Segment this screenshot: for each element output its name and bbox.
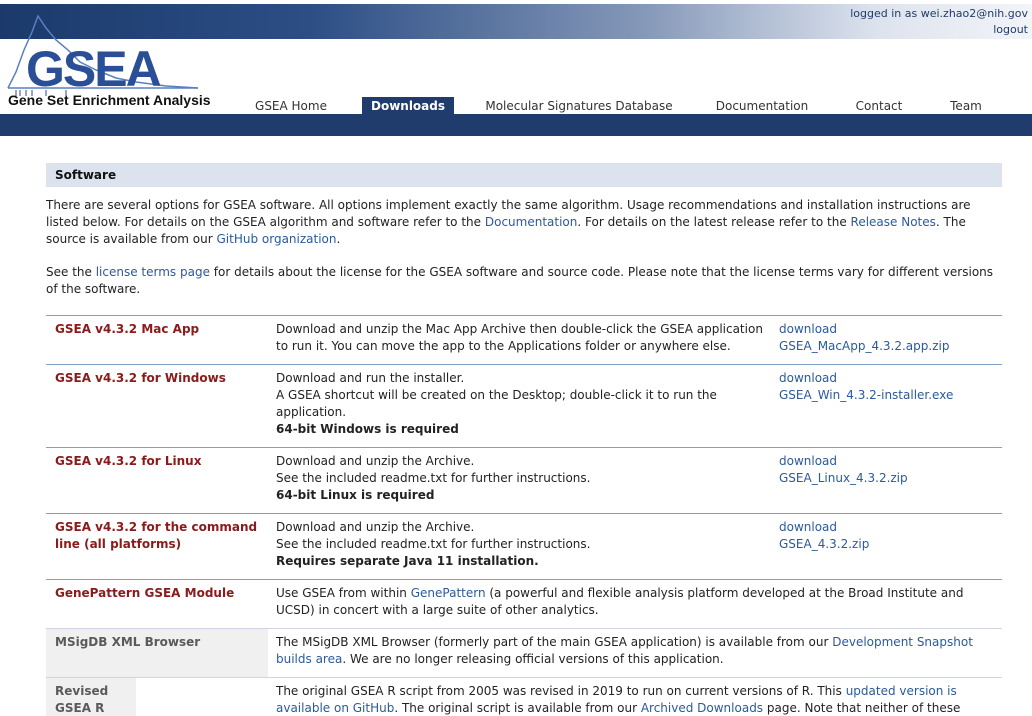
main-content: Software There are several options for G… (46, 163, 1002, 716)
nav-team[interactable]: Team (942, 97, 990, 115)
file-link[interactable]: GSEA_MacApp_4.3.2.app.zip (779, 338, 949, 355)
license-terms-link[interactable]: license terms page (96, 265, 210, 279)
row-name: Revised GSEA R script (46, 678, 136, 716)
download-row-command-line: GSEA v4.3.2 for the command line (all pl… (46, 513, 1002, 579)
nav-contact[interactable]: Contact (846, 97, 912, 115)
row-requirement: 64-bit Windows is required (276, 422, 459, 436)
row-description: Download and run the installer. A GSEA s… (276, 365, 766, 445)
release-notes-link[interactable]: Release Notes (851, 215, 936, 229)
license-paragraph: See the license terms page for details a… (46, 265, 994, 296)
row-description: Download and unzip the Archive. See the … (276, 448, 766, 511)
logo-text: GSEA (26, 41, 162, 97)
nav-downloads[interactable]: Downloads (362, 97, 454, 115)
nav-gsea-home[interactable]: GSEA Home (244, 97, 338, 115)
download-row-windows: GSEA v4.3.2 for Windows Download and run… (46, 364, 1002, 447)
row-name: GSEA v4.3.2 for the command line (all pl… (55, 520, 258, 551)
row-name: MSigDB XML Browser (46, 629, 268, 677)
file-link[interactable]: GSEA_4.3.2.zip (779, 536, 869, 553)
row-description: The original GSEA R script from 2005 was… (276, 684, 961, 715)
msigdb-browser-row: MSigDB XML Browser The MSigDB XML Browse… (46, 628, 1002, 677)
genepattern-link[interactable]: GenePattern (411, 586, 486, 600)
row-download-link[interactable]: download GSEA_4.3.2.zip (779, 519, 869, 553)
download-link[interactable]: download (779, 321, 949, 338)
logout-link[interactable]: logout (850, 22, 1028, 38)
download-row-linux: GSEA v4.3.2 for Linux Download and unzip… (46, 447, 1002, 513)
github-link[interactable]: GitHub organization (216, 232, 336, 246)
row-description: Download and unzip the Archive. See the … (276, 514, 766, 577)
main-nav: GSEA Home Downloads Molecular Signatures… (0, 97, 1032, 115)
revised-r-row: Revised GSEA R script The original GSEA … (46, 677, 1002, 716)
download-row-mac: GSEA v4.3.2 Mac App Download and unzip t… (46, 315, 1002, 364)
download-link[interactable]: download (779, 370, 953, 387)
row-description: The MSigDB XML Browser (formerly part of… (276, 635, 973, 666)
archived-downloads-link[interactable]: Archived Downloads (641, 701, 763, 715)
nav-documentation[interactable]: Documentation (706, 97, 818, 115)
row-description: Download and unzip the Mac App Archive t… (276, 322, 763, 353)
row-download-link[interactable]: download GSEA_Linux_4.3.2.zip (779, 453, 908, 487)
logged-in-user: logged in as wei.zhao2@nih.gov (850, 7, 1028, 20)
nav-msigdb[interactable]: Molecular Signatures Database (478, 97, 680, 115)
gsea-logo[interactable]: GSEA Gene Set Enrichment Analysis (6, 10, 211, 110)
intro-paragraph: There are several options for GSEA softw… (46, 198, 971, 246)
row-download-link[interactable]: download GSEA_Win_4.3.2-installer.exe (779, 370, 953, 404)
section-title: Software (46, 163, 1002, 187)
row-requirement: Requires separate Java 11 installation. (276, 554, 539, 568)
row-requirement: 64-bit Linux is required (276, 488, 435, 502)
genepattern-row: GenePattern GSEA Module Use GSEA from wi… (46, 579, 1002, 628)
row-name: GSEA v4.3.2 Mac App (55, 322, 200, 336)
row-name: GenePattern GSEA Module (55, 586, 235, 600)
row-name: GSEA v4.3.2 for Windows (55, 371, 226, 385)
row-name: GSEA v4.3.2 for Linux (55, 454, 202, 468)
header-bottom-bar (0, 114, 1032, 136)
file-link[interactable]: GSEA_Win_4.3.2-installer.exe (779, 387, 953, 404)
file-link[interactable]: GSEA_Linux_4.3.2.zip (779, 470, 908, 487)
downloads-table: GSEA v4.3.2 Mac App Download and unzip t… (46, 315, 1002, 716)
download-link[interactable]: download (779, 453, 908, 470)
row-download-link[interactable]: download GSEA_MacApp_4.3.2.app.zip (779, 321, 949, 355)
site-header: logged in as wei.zhao2@nih.gov logout GS… (0, 0, 1032, 136)
row-description: Use GSEA from within GenePattern (a powe… (276, 586, 964, 617)
download-link[interactable]: download (779, 519, 869, 536)
documentation-link[interactable]: Documentation (485, 215, 578, 229)
user-box: logged in as wei.zhao2@nih.gov logout (850, 6, 1028, 38)
